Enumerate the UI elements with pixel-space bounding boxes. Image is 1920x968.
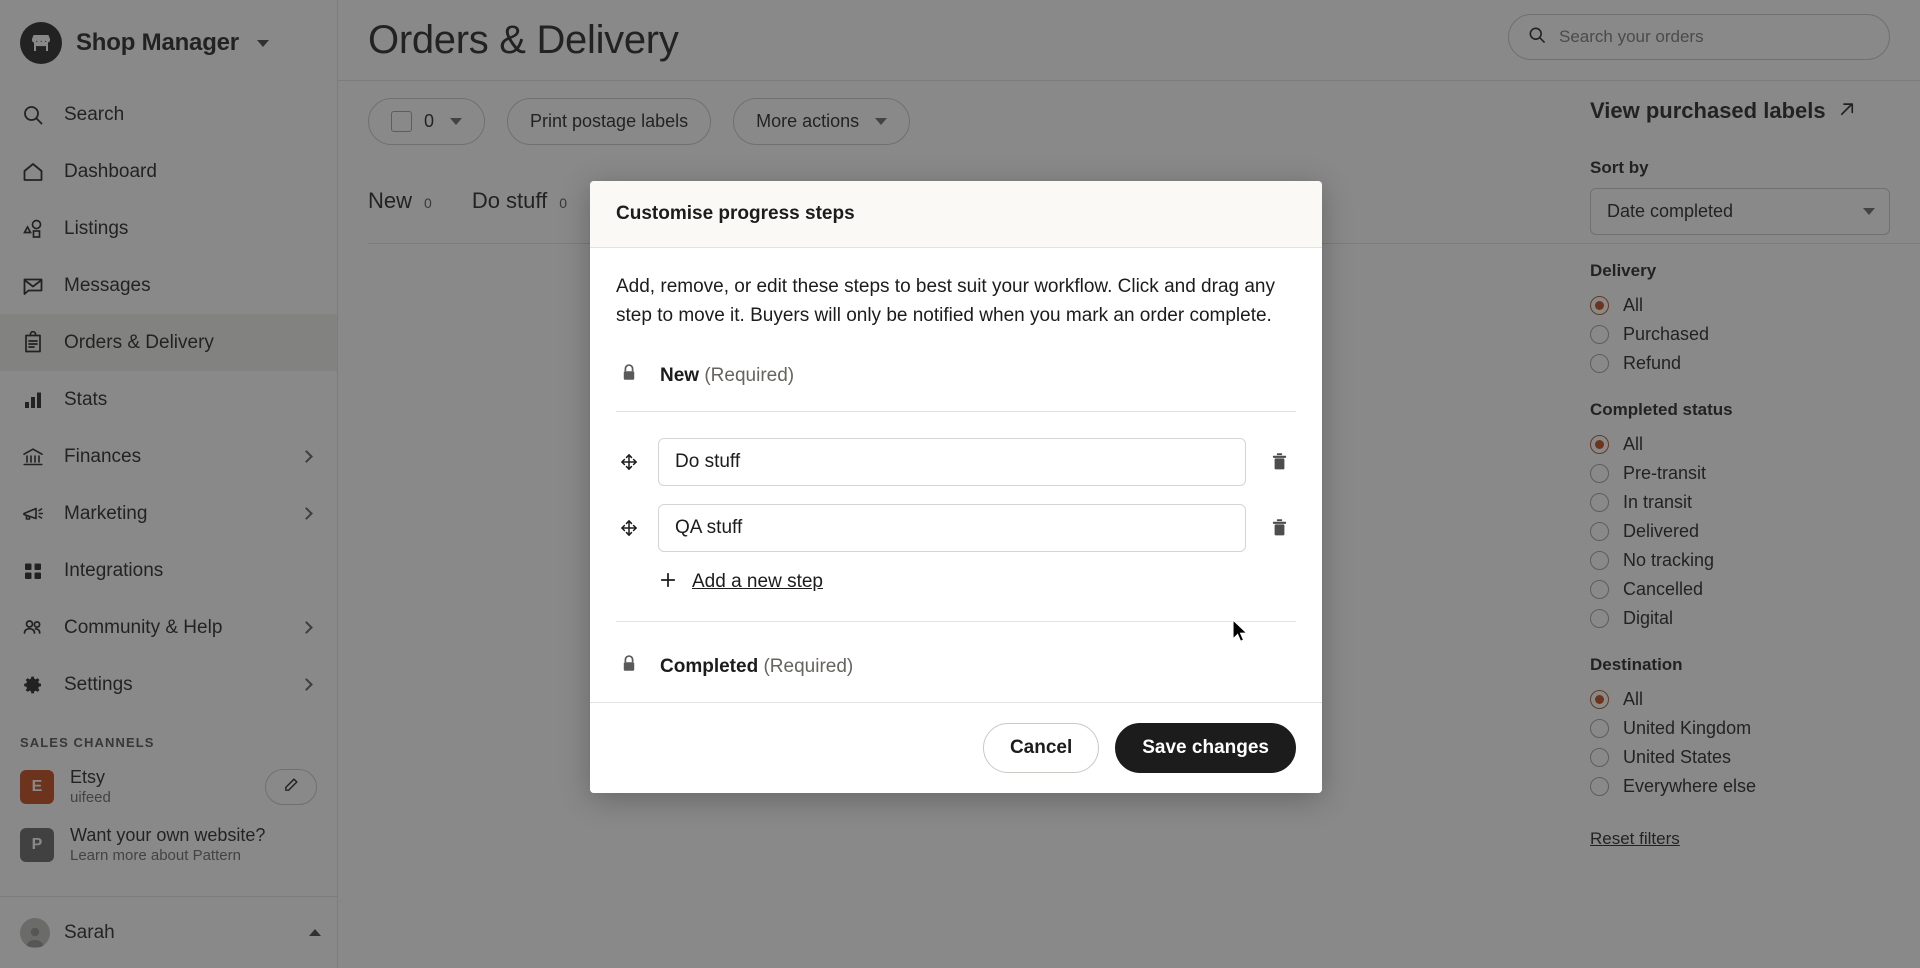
- modal-description: Add, remove, or edit these steps to best…: [616, 276, 1275, 327]
- drag-move-icon[interactable]: [616, 518, 642, 538]
- add-new-step-label: Add a new step: [692, 571, 823, 593]
- locked-step-required: (Required): [704, 364, 795, 386]
- locked-step-name: New: [660, 364, 700, 386]
- mouse-cursor: [1232, 618, 1252, 650]
- lock-icon: [620, 363, 638, 389]
- locked-step-required: (Required): [763, 655, 854, 677]
- locked-step-name: Completed: [660, 655, 759, 677]
- drag-move-icon[interactable]: [616, 452, 642, 472]
- customise-progress-steps-dialog: Customise progress steps Add, remove, or…: [590, 181, 1322, 793]
- step-row: [616, 437, 1296, 486]
- add-new-step-button[interactable]: Add a new step: [658, 570, 1296, 595]
- modal-footer: Cancel Save changes: [590, 701, 1322, 793]
- step-name-input[interactable]: [658, 503, 1246, 552]
- cancel-button[interactable]: Cancel: [982, 722, 1100, 773]
- app-root: Shop Manager Search Dashb: [0, 0, 1920, 968]
- modal-body: Add, remove, or edit these steps to best…: [590, 248, 1322, 702]
- step-name-input[interactable]: [658, 437, 1246, 486]
- modal-title: Customise progress steps: [590, 181, 1322, 248]
- locked-step-new: New (Required): [616, 357, 1296, 411]
- divider: [616, 620, 1296, 622]
- locked-step-completed: Completed (Required): [616, 648, 1296, 702]
- save-changes-button[interactable]: Save changes: [1115, 722, 1296, 773]
- plus-icon: [658, 570, 678, 595]
- step-row: [616, 503, 1296, 552]
- divider: [616, 410, 1296, 412]
- trash-icon[interactable]: [1262, 517, 1296, 538]
- trash-icon[interactable]: [1262, 451, 1296, 472]
- lock-icon: [620, 654, 638, 680]
